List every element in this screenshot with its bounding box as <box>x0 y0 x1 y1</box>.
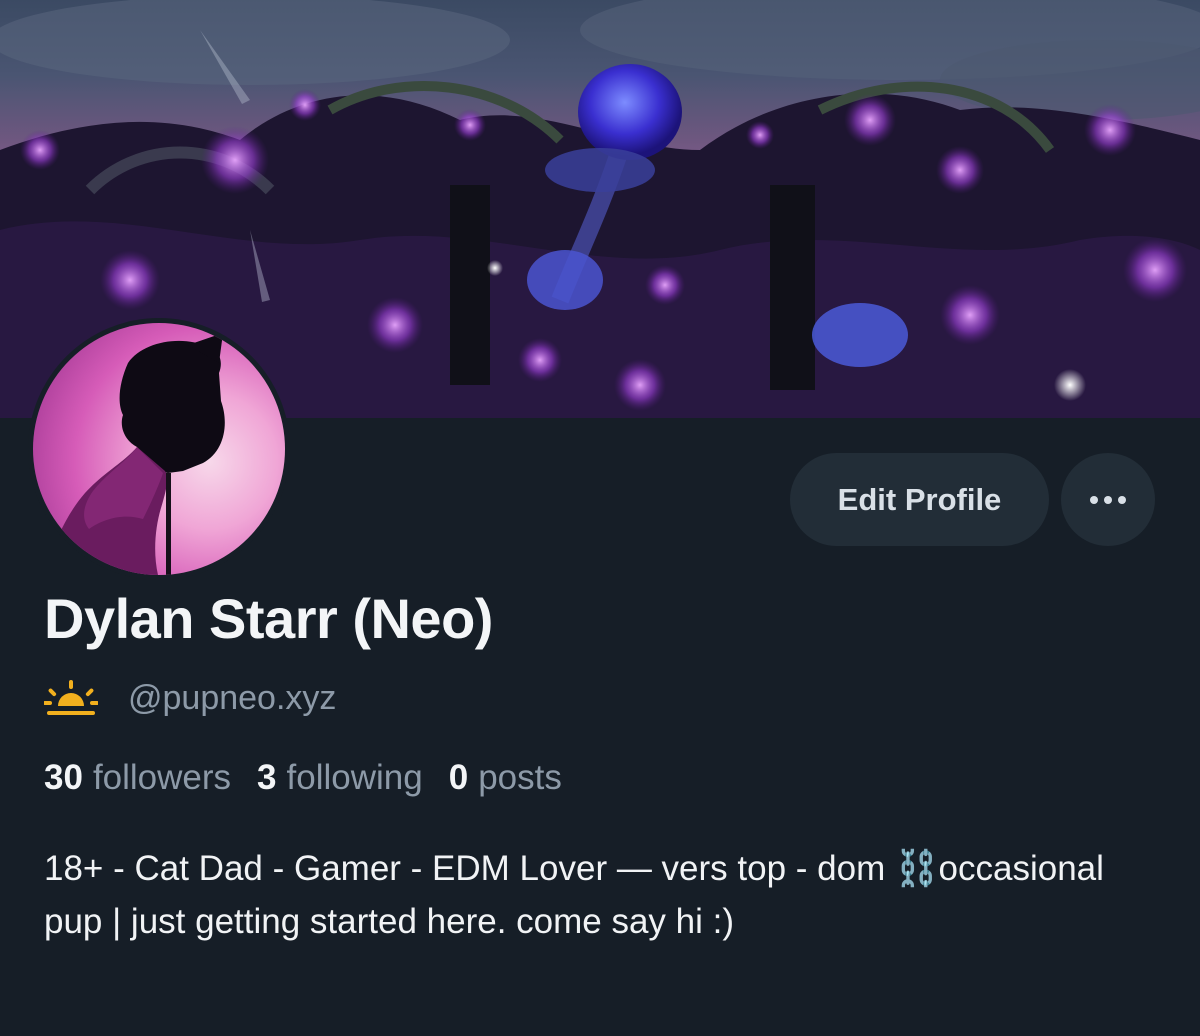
sun-icon <box>44 680 98 715</box>
following-count: 3 <box>257 758 277 797</box>
handle-row: @pupneo.xyz <box>44 676 336 720</box>
avatar-image <box>33 323 285 575</box>
followers-label: followers <box>92 758 232 797</box>
profile-stats: 30 followers 3 following 0 posts <box>44 758 588 798</box>
handle[interactable]: @pupneo.xyz <box>128 679 336 718</box>
followers-stat[interactable]: 30 followers <box>44 758 231 798</box>
edit-profile-button[interactable]: Edit Profile <box>790 453 1049 546</box>
avatar-silhouette-icon <box>43 333 225 575</box>
profile-bio: 18+ - Cat Dad - Gamer - EDM Lover — vers… <box>44 849 1104 941</box>
ellipsis-icon <box>1090 495 1126 504</box>
avatar[interactable] <box>28 318 290 580</box>
following-label: following <box>286 758 423 797</box>
following-stat[interactable]: 3 following <box>257 758 423 798</box>
display-name: Dylan Starr (Neo) <box>44 587 493 650</box>
posts-stat: 0 posts <box>449 758 562 798</box>
posts-count: 0 <box>448 758 469 797</box>
followers-count: 30 <box>44 758 83 797</box>
posts-label: posts <box>478 758 562 797</box>
more-options-button[interactable] <box>1061 453 1155 546</box>
